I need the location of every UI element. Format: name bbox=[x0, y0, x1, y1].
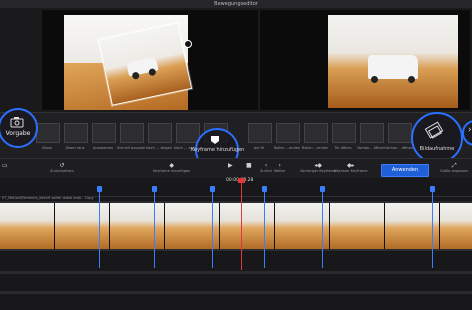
preset-label: Vorhan... öffnen bbox=[357, 146, 385, 150]
chevron-right-icon: › bbox=[278, 162, 281, 169]
preset-door[interactable] bbox=[332, 123, 356, 143]
preset-label: Auszoomen bbox=[92, 146, 114, 150]
timeline[interactable]: 00:00:03.28 07_Motion/Elements_desert sa… bbox=[0, 178, 472, 310]
clip-thumbnail bbox=[110, 203, 165, 249]
undo-button[interactable]: ↺ Zurücksetzen bbox=[50, 162, 74, 173]
play-icon: ▶ bbox=[228, 162, 233, 169]
output-frame bbox=[328, 15, 458, 108]
keyframe-line bbox=[432, 186, 433, 268]
window-title: Bewegungseditor bbox=[214, 1, 258, 7]
fit-label: Größe anpassen bbox=[440, 169, 469, 173]
undo-icon: ↺ bbox=[59, 162, 65, 169]
preset-up[interactable] bbox=[248, 123, 272, 143]
keyframe-line bbox=[154, 186, 155, 268]
prev-keyframe-icon: ◂◆ bbox=[314, 162, 322, 169]
keyframe-line bbox=[264, 186, 265, 268]
camera-icon bbox=[10, 117, 24, 128]
video-clip-track[interactable] bbox=[0, 201, 472, 251]
preset-label: Zoom raus bbox=[65, 146, 85, 150]
prev-keyframe-label: Vorheriger Keyframe bbox=[300, 169, 337, 173]
prev-label: Zurück bbox=[260, 169, 273, 173]
next-keyframe-icon: ◆▸ bbox=[346, 162, 355, 169]
preview-area bbox=[0, 8, 472, 112]
next-keyframe-label: Nächster Keyframe bbox=[334, 169, 368, 173]
track-divider bbox=[0, 271, 472, 274]
image-icon: ▭ bbox=[2, 162, 8, 169]
preset-roll-b[interactable] bbox=[304, 123, 328, 143]
keyframe-icon bbox=[211, 136, 219, 144]
preset-fast-zoom[interactable] bbox=[120, 123, 144, 143]
clip-thumbnail bbox=[440, 203, 472, 249]
preset-label: Zoom bbox=[41, 146, 53, 150]
add-keyframe-label: Keyframe hinzufügen bbox=[153, 169, 191, 173]
clip-thumbnail bbox=[220, 203, 275, 249]
output-preview bbox=[260, 10, 470, 110]
preset-callout-label: Vorgabe bbox=[5, 130, 31, 137]
add-keyframe-button[interactable]: ◆ Keyframe hinzufügen bbox=[153, 162, 190, 173]
preset-label: Rollen ...enden bbox=[273, 146, 301, 150]
chevron-left-icon: ‹ bbox=[264, 162, 268, 169]
playhead[interactable] bbox=[241, 182, 242, 270]
snapshot-callout-label: Bildaufnahme bbox=[419, 146, 455, 152]
clip-thumbnail bbox=[330, 203, 385, 249]
keyframe-line bbox=[212, 186, 213, 268]
preset-pan-a[interactable] bbox=[148, 123, 172, 143]
preset-label: Tür öffnen bbox=[334, 146, 352, 150]
preset-curtain-a[interactable] bbox=[360, 123, 384, 143]
preset-zoom[interactable] bbox=[36, 123, 60, 143]
car-image bbox=[126, 56, 159, 77]
snapshot-button[interactable]: ▭ bbox=[2, 162, 8, 169]
preset-label: Schnell auszoom bbox=[117, 146, 145, 150]
snapshot-icon bbox=[424, 121, 444, 139]
preset-label: Nach ... zeigen bbox=[145, 146, 173, 150]
apply-button[interactable]: Anwenden bbox=[381, 164, 429, 177]
prev-frame-button[interactable]: ‹ Zurück bbox=[260, 162, 272, 173]
keyframe-icon: ◆ bbox=[169, 162, 174, 169]
fit-icon: ⤢ bbox=[451, 162, 457, 169]
add-keyframe-callout-label: Keyframe hinzufügen bbox=[191, 147, 245, 153]
fit-button[interactable]: ⤢ Größe anpassen bbox=[440, 162, 468, 173]
source-preview[interactable] bbox=[42, 10, 258, 110]
clip-thumbnail bbox=[0, 203, 55, 249]
play-prev-button[interactable]: ▶ bbox=[228, 162, 233, 169]
prev-keyframe-button[interactable]: ◂◆ Vorheriger Keyframe bbox=[300, 162, 336, 173]
preset-curtain-b[interactable] bbox=[388, 123, 412, 143]
keyframe-line bbox=[99, 186, 100, 268]
preset-label: Rollen ...enden bbox=[301, 146, 329, 150]
next-frame-button[interactable]: › Weiter bbox=[274, 162, 285, 173]
stop-button[interactable]: ■ bbox=[246, 162, 252, 169]
preset-zoom-in[interactable] bbox=[92, 123, 116, 143]
clip-name: 07_Motion/Elements_desert safari dubai a… bbox=[2, 196, 94, 200]
preset-zoom-out[interactable] bbox=[64, 123, 88, 143]
chevron-right-icon: › bbox=[468, 125, 472, 135]
next-label: Weiter bbox=[274, 169, 286, 173]
keyframe-line bbox=[322, 186, 323, 268]
timeline-scrollbar[interactable] bbox=[0, 291, 472, 294]
snapshot-callout[interactable]: Bildaufnahme bbox=[411, 112, 463, 164]
undo-label: Zurücksetzen bbox=[50, 169, 74, 173]
car-image bbox=[368, 55, 418, 83]
next-keyframe-button[interactable]: ◆▸ Nächster Keyframe bbox=[334, 162, 368, 173]
clip-thumbnail bbox=[55, 203, 110, 249]
crop-handle[interactable] bbox=[184, 40, 192, 48]
preset-roll-a[interactable] bbox=[276, 123, 300, 143]
stop-icon: ■ bbox=[246, 162, 252, 169]
preset-label: Auf Hi bbox=[253, 146, 265, 150]
